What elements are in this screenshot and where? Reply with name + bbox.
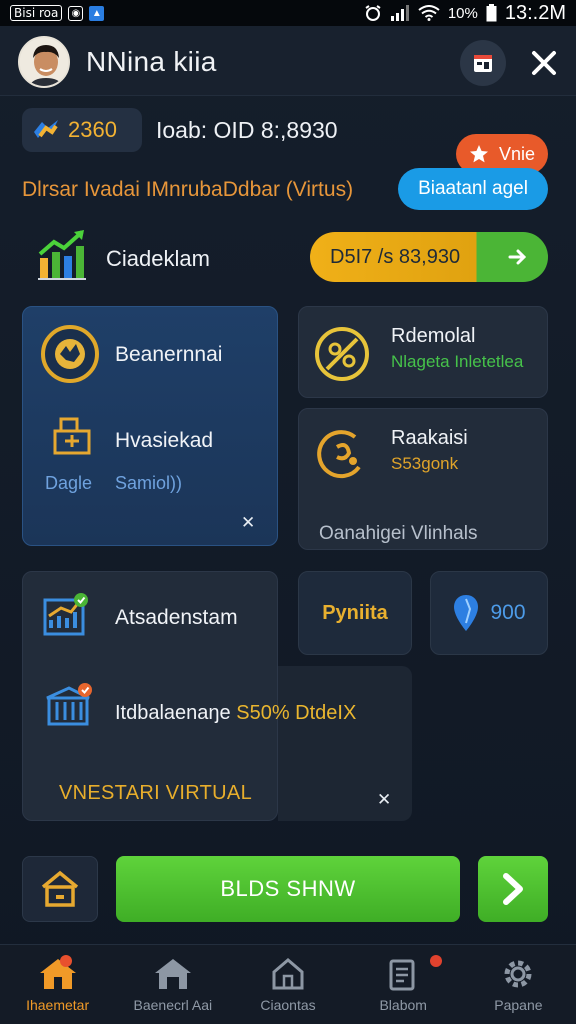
close-button[interactable] [524,40,564,86]
alarm-icon [365,5,381,21]
coin-icon [34,120,58,138]
header-menu-button[interactable] [460,40,506,86]
chart-title: Ciadeklam [106,246,210,271]
status-bar: Bisi roa ◉ ▲ 10% 13:.2M [0,0,576,26]
investment-close-icon[interactable]: ✕ [377,790,391,810]
balance-text: Ioab: OID 8:,8930 [156,117,338,143]
notification-chip: Bisi roa [10,5,63,21]
mini-tile-1[interactable]: Pyniita [298,571,412,655]
investment-rate-prefix: Itdbalaenaŋe [115,702,231,724]
nav-label-settings: Papane [494,997,543,1013]
referral-card[interactable]: Raakaisi S53gonk Oanahigei Vlinhals [298,408,548,550]
notification-icon: ◉ [68,5,84,21]
battery-icon [486,4,497,22]
main-action-button[interactable]: BLDS SHNW [116,856,460,922]
app-notification-icon: ▲ [89,5,105,21]
signal-icon [390,5,409,21]
home-outline-icon [41,870,79,907]
nav-label-store: Baenecrl Aai [133,997,213,1013]
wifi-icon [418,5,440,21]
home-badge [60,955,72,967]
discount-title: Rdemolal [391,325,476,347]
analytics-board-icon [43,593,88,636]
promo-button[interactable]: Biaatanl agel [398,168,548,210]
arrow-right-icon [508,249,527,265]
nav-item-home[interactable]: Ihaemetar [0,945,115,1024]
bonus-label-b: Samiol)) [115,473,183,493]
clock: 13:.2M [504,1,566,24]
nav-item-store[interactable]: Baenecrl Aai [115,945,230,1024]
store-icon [154,959,191,989]
rewards-card[interactable]: Beanernnai Hvasiekad Dagle Samiol)) ✕ [22,306,278,546]
settings-icon [504,960,532,988]
coin-amount: 2360 [68,117,117,142]
growth-chart-icon [38,230,86,280]
gift-box-icon [53,417,91,455]
house-outline-icon [272,958,304,990]
bank-box-icon [46,683,92,726]
chevron-right-icon [503,873,523,905]
user-name: NNina kiia [86,46,217,77]
vip-label: Vnie [498,143,536,164]
rewards-title: Beanernnai [115,343,223,366]
nav-item-settings[interactable]: Papane [461,945,576,1024]
mini-tile-1-label: Pyniita [322,601,388,624]
chart-cta-button[interactable]: D5I7 /s 83,930 [310,232,548,282]
home-button[interactable] [22,856,98,922]
investment-rate-line: Itdbalaenaŋe S50% DtdeIX [115,702,356,725]
nav-label-home: Ihaemetar [26,997,90,1013]
investment-footer: VNESTARI VIRTUAL [59,782,252,804]
promo-text: Dlrsar Ivadai IMnrubaDdbar (Virtus) [22,178,354,201]
header: NNina kiia [0,26,576,96]
mini-tile-2-label: 900 [490,601,526,624]
bonus-title: Hvasiekad [115,429,214,452]
avatar-portrait-icon [20,38,68,86]
mini-tile-2[interactable]: 900 [430,571,548,655]
receipt-icon [389,959,415,991]
nav-item-history[interactable]: Blabom [346,945,461,1024]
bonus-label-a: Dagle [45,473,93,493]
investment-card-extension [278,666,412,821]
discount-card[interactable]: Rdemolal Nlageta Inletetlea [298,306,548,398]
close-icon [532,51,556,75]
referral-subtitle: S53gonk [391,454,459,473]
discount-subtitle: Nlageta Inletetlea [391,352,524,371]
rewards-close-icon[interactable]: ✕ [241,513,255,533]
nav-item-accounts[interactable]: Ciaontas [230,945,345,1024]
coin-balance[interactable]: 2360 [22,108,142,152]
investment-rate-highlight: S50% DtdeIX [236,702,357,724]
nav-label-accounts: Ciaontas [260,997,316,1013]
nav-label-history: Blabom [379,997,427,1013]
app-screen: NNina kiia 2360 Ioab: OID 8:,8930 Vnie D… [0,26,576,1024]
referral-footer: Oanahigei Vlinhals [319,523,478,544]
investment-card[interactable]: Atsadenstam Itdbalaenaŋe S50% DtdeIX VNE… [22,571,391,821]
calendar-icon [474,55,492,72]
cta-value: D5I7 /s 83,930 [330,245,461,268]
history-badge [429,955,442,967]
avatar[interactable] [18,36,70,88]
location-pin-icon [454,595,479,631]
percent-badge-icon [315,327,369,381]
next-button[interactable] [478,856,548,922]
bottom-nav: Ihaemetar Baenecrl Aai Ciaontas Blabom P… [0,944,576,1024]
hand-coin-icon [317,430,361,479]
battery-percent: 10% [447,4,478,22]
referral-title: Raakaisi [391,427,468,449]
medal-icon [41,325,99,383]
investment-title: Atsadenstam [115,606,238,629]
star-icon [469,145,488,163]
